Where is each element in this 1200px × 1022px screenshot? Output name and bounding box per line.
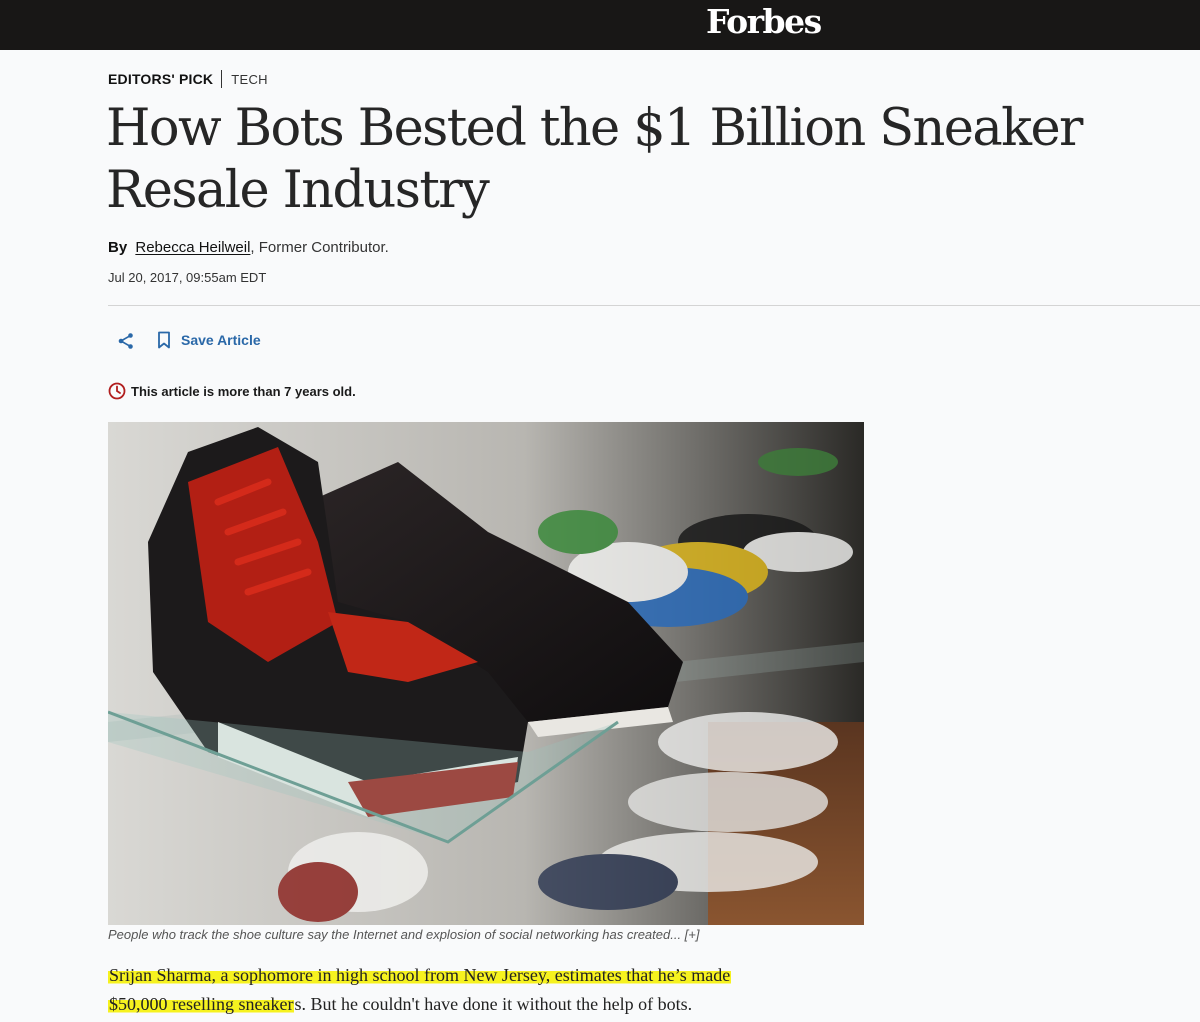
share-icon — [118, 333, 133, 349]
editors-pick-label: EDITORS' PICK — [108, 71, 214, 87]
top-navigation-bar: Forbes — [0, 0, 1200, 50]
highlighted-text-1: Srijan Sharma, a sophomore in high schoo… — [108, 965, 732, 985]
hero-image[interactable] — [108, 422, 864, 925]
section-link-tech[interactable]: TECH — [231, 72, 268, 87]
save-article-button[interactable]: Save Article — [157, 331, 261, 349]
article-headline: How Bots Bested the $1 Billion Sneaker R… — [106, 99, 1083, 220]
clock-icon — [108, 382, 126, 400]
highlighted-text-2: $50,000 reselling sneaker — [108, 994, 295, 1014]
forbes-logo[interactable]: Forbes — [706, 2, 822, 41]
image-caption[interactable]: People who track the shoe culture say th… — [108, 927, 700, 942]
author-link[interactable]: Rebecca Heilweil — [135, 239, 250, 256]
publish-date: Jul 20, 2017, 09:55am EDT — [108, 270, 267, 285]
article-kicker: EDITORS' PICK TECH — [108, 70, 268, 88]
article-age-notice: This article is more than 7 years old. — [108, 382, 356, 400]
bookmark-icon — [158, 331, 170, 349]
save-article-label: Save Article — [181, 332, 261, 348]
age-notice-text: This article is more than 7 years old. — [131, 383, 356, 399]
header-divider — [108, 305, 1200, 306]
byline-prefix: By — [108, 239, 128, 256]
author-role: , Former Contributor. — [250, 239, 389, 256]
article-lead-paragraph: Srijan Sharma, a sophomore in high schoo… — [108, 961, 868, 1019]
share-button[interactable] — [117, 332, 135, 350]
kicker-divider — [221, 70, 223, 88]
paragraph-rest: s. But he couldn't have done it without … — [294, 994, 693, 1014]
byline: By Rebecca Heilweil, Former Contributor. — [108, 239, 389, 256]
sneaker-shelf-photo — [108, 422, 864, 925]
